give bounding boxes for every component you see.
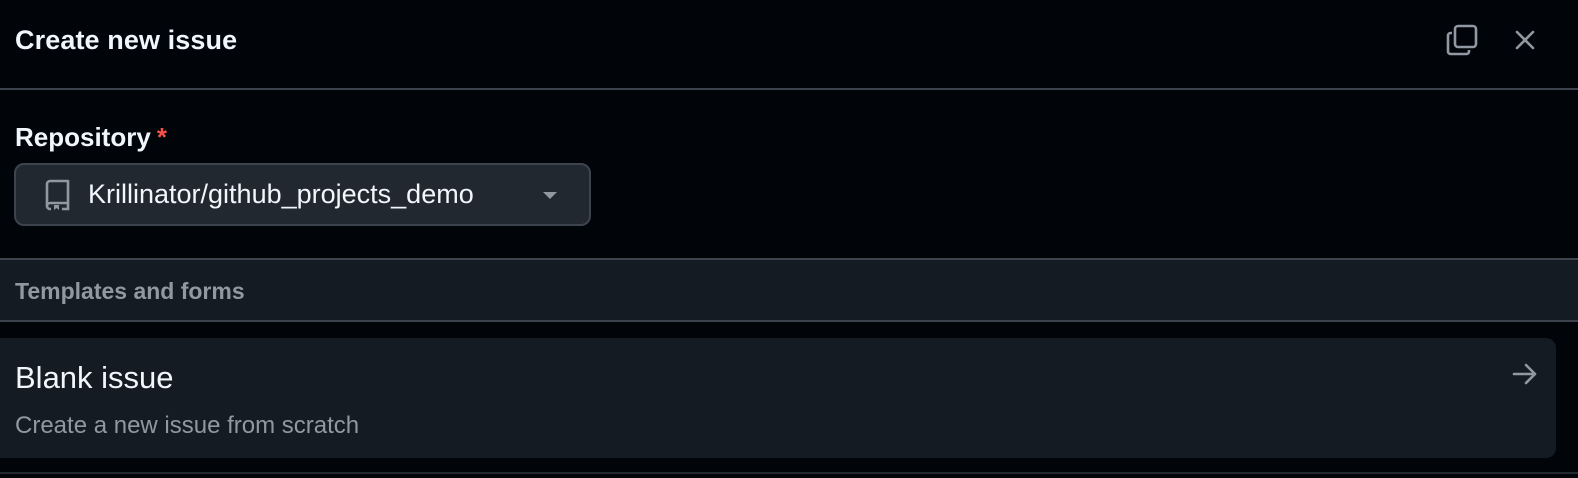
required-marker: *: [156, 122, 167, 152]
copy-icon: [1445, 23, 1479, 62]
template-title: Blank issue: [15, 360, 174, 395]
templates-section-title: Templates and forms: [15, 278, 245, 304]
repository-label-text: Repository: [15, 122, 151, 152]
create-issue-dialog: Create new issue Repository * Krillinato…: [0, 0, 1578, 478]
repo-icon: [42, 179, 72, 211]
copy-button[interactable]: [1440, 20, 1484, 64]
close-icon: [1514, 29, 1536, 56]
caret-down-icon: [540, 189, 560, 201]
divider: [0, 472, 1578, 474]
dialog-title: Create new issue: [15, 25, 238, 55]
templates-section-header: Templates and forms: [0, 258, 1578, 322]
close-button[interactable]: [1503, 20, 1547, 64]
template-item-blank-issue[interactable]: Blank issue Create a new issue from scra…: [0, 338, 1556, 458]
repository-select[interactable]: Krillinator/github_projects_demo: [14, 163, 591, 226]
template-description: Create a new issue from scratch: [15, 412, 360, 439]
arrow-right-icon: [1511, 360, 1539, 388]
repository-selected-value: Krillinator/github_projects_demo: [88, 179, 474, 209]
repository-field: Repository * Krillinator/github_projects_…: [0, 90, 1578, 260]
dialog-header: Create new issue: [0, 0, 1578, 90]
repository-label: Repository *: [15, 122, 167, 153]
